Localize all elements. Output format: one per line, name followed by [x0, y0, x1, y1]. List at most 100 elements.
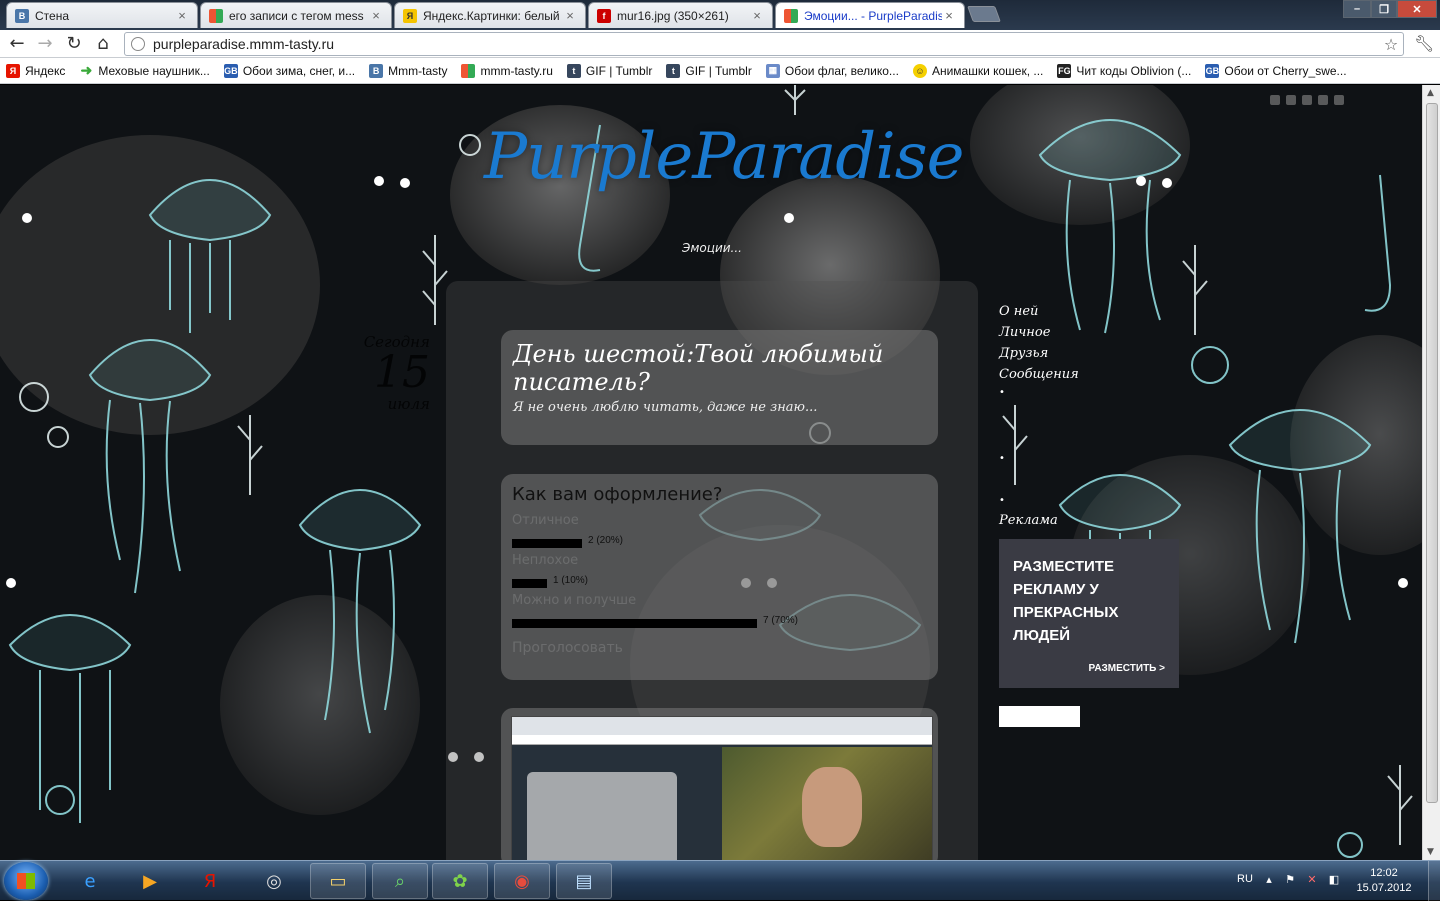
scrollbar-thumb[interactable] [1426, 103, 1438, 803]
bookmark-winter-wallpapers[interactable]: GB Обои зима, снег, и... [223, 63, 355, 78]
minimize-button[interactable]: – [1343, 0, 1371, 18]
clock-date: 15.07.2012 [1356, 882, 1412, 894]
bookmark-cat-animations[interactable]: ☺ Анимашки кошек, ... [912, 63, 1043, 78]
poll-question: Как вам оформление? [512, 484, 723, 505]
bookmark-gif-tumblr-1[interactable]: t GIF | Tumblr [566, 63, 652, 78]
tab-mur16-image[interactable]: f mur16.jpg (350×261) × [588, 2, 773, 28]
mini-browser-chrome [512, 717, 932, 735]
language-indicator[interactable]: RU [1237, 873, 1253, 885]
folder-icon[interactable]: ▭ [310, 863, 366, 899]
bullet: • [999, 453, 1005, 464]
tab-vk-wall[interactable]: B Стена × [6, 2, 198, 28]
photo-face [802, 767, 862, 847]
yandex-icon: Я [6, 63, 20, 78]
tumblr-icon: t [566, 63, 581, 78]
forward-icon[interactable]: → [34, 33, 56, 55]
close-icon[interactable]: × [942, 8, 956, 23]
screenshot-image[interactable] [511, 716, 933, 860]
free-icon: f [597, 8, 611, 23]
bookmark-yandex[interactable]: Я Яндекс [6, 63, 65, 78]
system-clock[interactable]: 12:02 15.07.2012 [1352, 866, 1416, 896]
network-icon[interactable]: ✕ [1305, 873, 1319, 887]
scroll-down-icon[interactable]: ▼ [1427, 847, 1434, 857]
wrench-icon[interactable]: 🔧︎ [1414, 34, 1434, 53]
list-icon[interactable] [1286, 95, 1296, 105]
bookmark-flag-wallpapers[interactable]: ▦ Обои флаг, велико... [765, 63, 899, 78]
vertical-scrollbar[interactable]: ▲ ▼ [1422, 85, 1440, 860]
poll-result-count: 1 (10%) [553, 575, 589, 586]
bullet: • [999, 495, 1005, 506]
address-input[interactable] [153, 36, 1379, 52]
tray-expand-icon[interactable]: ▴ [1262, 873, 1276, 887]
mini-panel [527, 772, 677, 860]
mmm-icon [784, 8, 798, 23]
tab-purpleparadise[interactable]: Эмоции... - PurpleParadise × [775, 2, 965, 28]
poll-option-label: Отличное [512, 513, 579, 528]
home-icon[interactable]: ⌂ [92, 33, 114, 55]
smiley-icon: ☺ [912, 63, 927, 78]
sidebar-item-personal[interactable]: Личное [999, 322, 1079, 343]
sidebar-item-about[interactable]: О ней [999, 301, 1079, 322]
tumblr-icon: t [666, 63, 681, 78]
bookmark-mmm-tasty[interactable]: B Mmm-tasty [369, 63, 447, 78]
tab-title: mur16.jpg (350×261) [617, 8, 729, 23]
poll-option-label: Можно и получше [512, 593, 637, 608]
flag-icon[interactable]: ⚑ [1283, 873, 1297, 887]
chrome-icon[interactable]: ◉ [494, 863, 550, 899]
tab-title: Стена [35, 8, 70, 23]
tab-tag-records[interactable]: его записи с тегом mess × [200, 2, 392, 28]
post-title[interactable]: День шестой:Твой любимый писатель? [513, 340, 926, 396]
poll-result-count: 2 (20%) [588, 535, 624, 546]
yandex-icon[interactable]: Я [182, 863, 238, 899]
globe-icon [131, 37, 145, 51]
bookmark-mmm-tasty-ru[interactable]: mmm-tasty.ru [461, 63, 553, 78]
volume-icon[interactable]: ◧ [1327, 873, 1341, 887]
post-card[interactable]: День шестой:Твой любимый писатель? Я не … [501, 330, 938, 445]
bookmark-oblivion-cheats[interactable]: FG Чит коды Oblivion (... [1057, 63, 1191, 78]
start-button[interactable] [4, 862, 48, 900]
restore-button[interactable]: ❐ [1371, 0, 1397, 18]
poll-vote-link[interactable]: Проголосовать [512, 640, 623, 656]
close-icon[interactable]: × [750, 8, 764, 23]
bookmark-gif-tumblr-2[interactable]: t GIF | Tumblr [666, 63, 752, 78]
ad-banner[interactable]: Разместите рекламу у прекрасных людей РА… [999, 539, 1179, 688]
sidebar-item-messages[interactable]: Сообщения [999, 364, 1079, 385]
bookmark-cherry-wallpapers[interactable]: GB Обои от Cherry_swe... [1205, 63, 1347, 78]
sidebar-item-friends[interactable]: Друзья [999, 343, 1079, 364]
close-window-button[interactable]: ✕ [1397, 0, 1437, 18]
new-tab-button[interactable] [967, 6, 1001, 22]
date-widget: Сегодня 15 июля [330, 333, 430, 413]
windows-logo-icon [17, 873, 35, 889]
reload-icon[interactable]: ↻ [63, 33, 85, 55]
windows-taskbar: e ▶ Я ◎ ▭ ⌕ ✿ ◉ ▤ RU ▴ ⚑ ✕ ◧ 12:02 15.07… [0, 860, 1440, 901]
vk-icon: B [369, 63, 384, 78]
tab-yandex-images[interactable]: Я Яндекс.Картинки: белый × [394, 2, 586, 28]
play-icon[interactable] [1302, 95, 1312, 105]
grid-icon[interactable] [1270, 95, 1280, 105]
mmm-icon [461, 63, 476, 78]
ad-place-link[interactable]: РАЗМЕСТИТЬ > [1089, 663, 1165, 674]
notepad-icon[interactable]: ▤ [556, 863, 612, 899]
bookmark-star-icon[interactable]: ☆ [1379, 35, 1403, 54]
mini-address-bar [512, 735, 932, 745]
close-icon[interactable]: × [369, 8, 383, 23]
bookmark-fur-headphones[interactable]: ➜ Меховые наушник... [79, 62, 209, 78]
gb-icon: GB [223, 63, 238, 78]
back-icon[interactable]: ← [6, 33, 28, 55]
bookmarks-bar: Я Яндекс ➜ Меховые наушник... GB Обои зима,… [0, 58, 1440, 84]
scroll-up-icon[interactable]: ▲ [1427, 88, 1434, 98]
address-bar[interactable]: ☆ [124, 32, 1404, 56]
add-icon[interactable] [1318, 95, 1328, 105]
close-icon[interactable]: × [563, 8, 577, 23]
post-excerpt: Я не очень люблю читать, даже не знаю... [513, 400, 818, 415]
image-post-card[interactable] [501, 708, 938, 860]
media-player-icon[interactable]: ▶ [122, 863, 178, 899]
cd-icon[interactable]: ◎ [246, 863, 302, 899]
icq-icon[interactable]: ✿ [432, 863, 488, 899]
show-desktop-button[interactable] [1428, 861, 1440, 901]
site-title[interactable]: PurpleParadise [484, 120, 964, 194]
ie-icon[interactable]: e [62, 863, 118, 899]
magnifier-icon[interactable]: ⌕ [372, 863, 428, 899]
settings-icon[interactable] [1334, 95, 1344, 105]
close-icon[interactable]: × [175, 8, 189, 23]
